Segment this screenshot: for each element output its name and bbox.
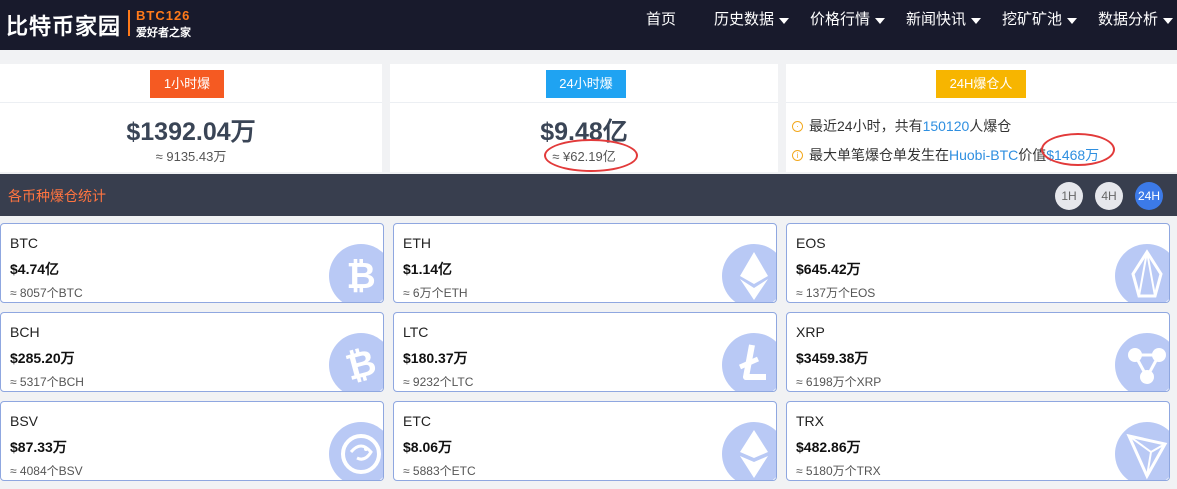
logo-subtitle-btc126: BTC126 bbox=[136, 8, 191, 23]
eos-icon bbox=[1115, 244, 1169, 302]
nav-price-quotes[interactable]: 价格行情 bbox=[810, 0, 886, 40]
stat-people-count: · 最近24小时，共有 150120 人爆仓 bbox=[792, 116, 1011, 136]
coin-card-trx[interactable]: TRX $482.86万 ≈ 5180万个TRX bbox=[786, 401, 1170, 481]
bitcoin-icon: ₿ bbox=[329, 244, 383, 302]
badge-1h: 1小时爆仓 bbox=[150, 70, 224, 119]
nav-home[interactable]: 首页 bbox=[646, 0, 676, 40]
coin-card-ltc[interactable]: LTC $180.37万 ≈ 9232个LTC bbox=[393, 312, 777, 392]
info-icon: i bbox=[792, 149, 803, 161]
timeframe-24h-button[interactable]: 24H bbox=[1135, 182, 1163, 210]
litecoin-icon bbox=[722, 333, 776, 391]
site-logo[interactable]: 比特币家园 bbox=[6, 9, 121, 41]
people-count: 150120 bbox=[922, 118, 970, 134]
coin-card-eos[interactable]: EOS $645.42万 ≈ 137万个EOS bbox=[786, 223, 1170, 303]
bitcoin-cash-icon: ₿ bbox=[329, 333, 383, 391]
ethereum-classic-icon bbox=[722, 422, 776, 480]
coin-card-etc[interactable]: ETC $8.06万 ≈ 5883个ETC bbox=[393, 401, 777, 481]
svg-text:₿: ₿ bbox=[346, 256, 375, 297]
chevron-down-icon bbox=[779, 18, 790, 24]
coin-card-xrp[interactable]: XRP $3459.38万 ≈ 6198万个XRP bbox=[786, 312, 1170, 392]
coin-card-btc[interactable]: BTC $4.74亿 ≈ 8057个BTC ₿ bbox=[0, 223, 384, 303]
chevron-down-icon bbox=[875, 18, 886, 24]
nav-news-flash[interactable]: 新闻快讯 bbox=[906, 0, 982, 40]
annotation-circle bbox=[1041, 133, 1115, 166]
badge-people: 24H爆仓人数 bbox=[936, 70, 1026, 119]
largest-order-exchange[interactable]: Huobi-BTC bbox=[949, 147, 1018, 163]
ethereum-icon bbox=[722, 244, 776, 302]
chevron-down-icon bbox=[971, 18, 982, 24]
coin-card-eth[interactable]: ETH $1.14亿 ≈ 6万个ETH bbox=[393, 223, 777, 303]
panel-1h-liquidation: 1小时爆仓 $1392.04万 ≈ 9135.43万 bbox=[0, 64, 382, 172]
chevron-down-icon bbox=[1163, 18, 1174, 24]
bsv-dragon-icon bbox=[329, 422, 383, 480]
timeframe-4h-button[interactable]: 4H bbox=[1095, 182, 1123, 210]
section-header: 各币种爆仓统计 bbox=[0, 174, 1177, 216]
approx-1h: ≈ 9135.43万 bbox=[155, 149, 227, 164]
value-1h: $1392.04万 bbox=[126, 118, 256, 146]
logo-tagline: 爱好者之家 bbox=[136, 27, 191, 39]
ripple-icon bbox=[1115, 333, 1169, 391]
nav-data-analysis[interactable]: 数据分析 bbox=[1098, 0, 1174, 40]
badge-24h: 24小时爆仓 bbox=[546, 70, 626, 119]
info-icon: · bbox=[792, 120, 803, 132]
logo-divider bbox=[128, 10, 130, 36]
annotation-circle bbox=[544, 139, 638, 172]
timeframe-1h-button[interactable]: 1H bbox=[1055, 182, 1083, 210]
nav-history-data[interactable]: 历史数据 bbox=[714, 0, 790, 40]
coin-card-bsv[interactable]: BSV $87.33万 ≈ 4084个BSV bbox=[0, 401, 384, 481]
top-navbar: 比特币家园 BTC126 爱好者之家 首页 历史数据 价格行情 新闻快讯 挖矿矿… bbox=[0, 0, 1177, 50]
section-title: 各币种爆仓统计 bbox=[8, 188, 106, 204]
coin-card-bch[interactable]: BCH $285.20万 ≈ 5317个BCH ₿ bbox=[0, 312, 384, 392]
nav-mining-pools[interactable]: 挖矿矿池 bbox=[1002, 0, 1078, 40]
tron-icon bbox=[1115, 422, 1169, 480]
chevron-down-icon bbox=[1067, 18, 1078, 24]
